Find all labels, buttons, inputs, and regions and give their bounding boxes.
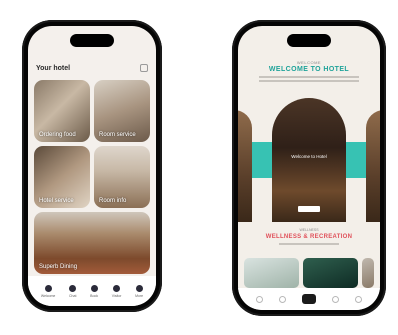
dock-heart-icon[interactable]: [332, 295, 339, 303]
dynamic-island: [70, 34, 114, 47]
dock-home-icon[interactable]: [256, 295, 263, 303]
dock-profile-icon[interactable]: [355, 295, 362, 303]
bottom-tab-bar: Welcome Chat Book Visitor More: [28, 276, 156, 306]
tile-room-service[interactable]: Room service: [94, 80, 150, 142]
tab-visitor[interactable]: Visitor: [111, 284, 122, 298]
arch-image[interactable]: Welcome to Hotel: [272, 98, 346, 222]
arch-cta-button[interactable]: [298, 206, 320, 212]
side-arch-left: [238, 110, 252, 222]
hotel-home-screen: Your hotel Ordering food Room service Ho…: [28, 26, 156, 306]
welcome-section: WELCOME WELCOME TO HOTEL: [238, 60, 380, 84]
page-title: Your hotel: [36, 64, 71, 72]
wellness-card[interactable]: [244, 258, 299, 288]
phone-right: WELCOME WELCOME TO HOTEL Welcome to Hote…: [232, 20, 386, 316]
tile-label: Hotel service: [39, 198, 74, 204]
tile-label: Room info: [99, 198, 127, 204]
wellness-cards: [244, 258, 374, 288]
tile-label: Superb Dining: [39, 264, 78, 270]
tab-welcome[interactable]: Welcome: [40, 284, 56, 298]
visitor-icon: [113, 284, 121, 292]
tab-label: Visitor: [111, 293, 122, 298]
side-arch-right: [366, 110, 380, 222]
showcase-stage: Your hotel Ordering food Room service Ho…: [0, 0, 398, 335]
tab-label: Book: [90, 293, 99, 298]
home-icon: [44, 284, 52, 292]
dock-search-icon[interactable]: [279, 295, 286, 303]
dock-camera-icon[interactable]: [302, 294, 316, 304]
hotel-header: Your hotel: [36, 60, 148, 76]
menu-icon[interactable]: [140, 64, 148, 72]
wellness-card[interactable]: [303, 258, 358, 288]
tab-label: More: [135, 293, 144, 298]
more-icon: [135, 284, 143, 292]
tab-chat[interactable]: Chat: [69, 284, 77, 298]
dynamic-island: [287, 34, 331, 47]
tile-label: Ordering food: [39, 132, 76, 138]
wellness-heading: WELLNESS & RECREATION: [265, 234, 353, 240]
book-icon: [90, 284, 98, 292]
tab-more[interactable]: More: [135, 284, 144, 298]
service-grid: Ordering food Room service Hotel service…: [34, 80, 150, 274]
chat-icon: [69, 284, 77, 292]
tile-label: Room service: [99, 132, 136, 138]
wellness-card[interactable]: [362, 258, 374, 288]
wellness-kicker: WELLNESS: [299, 228, 319, 232]
hero-arch: Welcome to Hotel: [238, 98, 380, 222]
bottom-dock: [238, 288, 380, 310]
wellness-section: WELLNESS WELLNESS & RECREATION: [238, 228, 380, 245]
welcome-kicker: WELCOME: [296, 60, 322, 65]
arch-title: Welcome to Hotel: [291, 154, 327, 159]
tab-label: Welcome: [40, 293, 56, 298]
welcome-heading: WELCOME TO HOTEL: [268, 66, 350, 73]
tile-superb-dining[interactable]: Superb Dining: [34, 212, 150, 274]
phone-left: Your hotel Ordering food Room service Ho…: [22, 20, 162, 312]
hotel-welcome-screen: WELCOME WELCOME TO HOTEL Welcome to Hote…: [238, 26, 380, 310]
tab-book[interactable]: Book: [90, 284, 99, 298]
welcome-body-text: [259, 76, 359, 82]
tile-hotel-service[interactable]: Hotel service: [34, 146, 90, 208]
wellness-body-text: [279, 243, 339, 245]
tile-room-info[interactable]: Room info: [94, 146, 150, 208]
tab-label: Chat: [69, 293, 77, 298]
tile-ordering-food[interactable]: Ordering food: [34, 80, 90, 142]
